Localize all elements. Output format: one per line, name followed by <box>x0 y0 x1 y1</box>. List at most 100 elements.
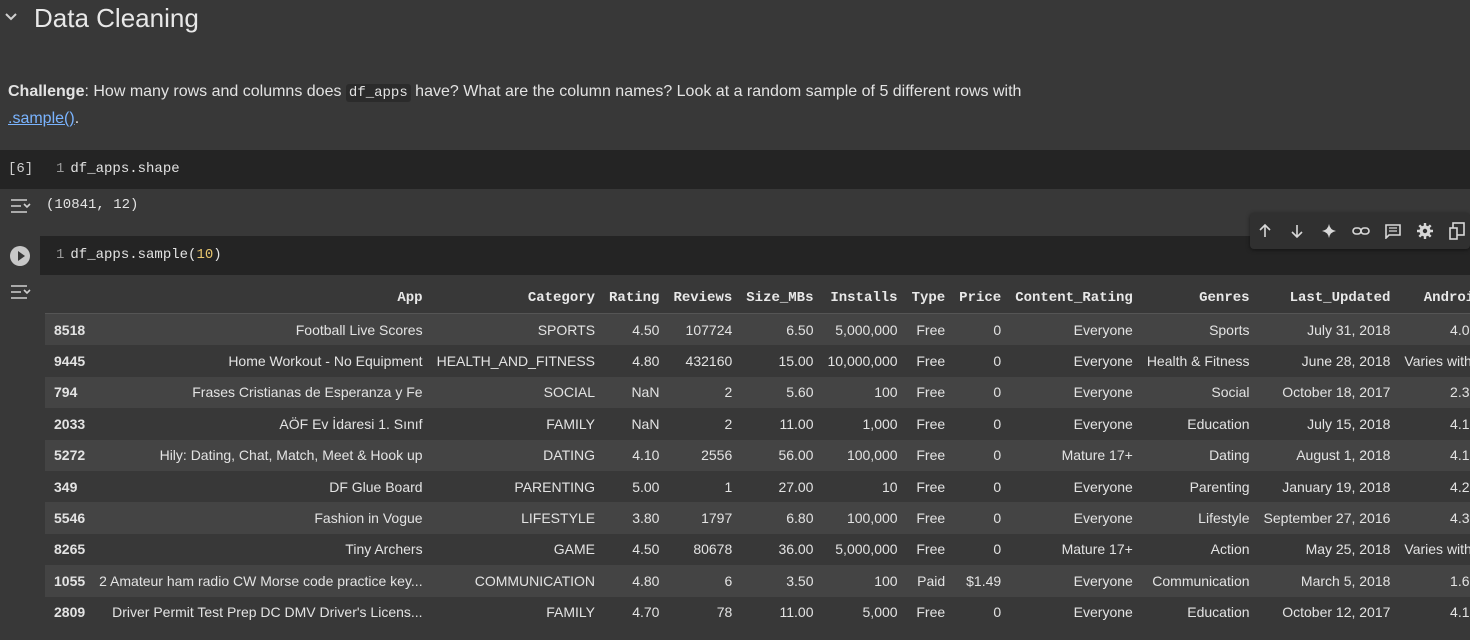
section-title: Data Cleaning <box>34 3 199 33</box>
cell-toolbar <box>1250 213 1470 249</box>
table-row: 349 DF Glue Board PARENTING 5.00 1 27.00 10 Fre… <box>45 470 1470 503</box>
table-cell: GAME <box>429 533 603 566</box>
table-cell: AÖF Ev İdaresi 1. Sınıf <box>92 408 430 440</box>
table-cell: SPORTS <box>429 313 603 346</box>
table-header-row: App Category Rating Reviews Size_MBs Installs… <box>45 282 1470 314</box>
mirror-icon[interactable] <box>1447 221 1467 241</box>
table-cell: Free <box>904 533 953 566</box>
table-cell: Education <box>1139 596 1257 628</box>
table-cell: 4.80 <box>602 345 667 377</box>
table-cell: June 28, 2018 <box>1256 345 1398 377</box>
output-text: (10841, 12) <box>46 197 139 213</box>
arrow-up-icon[interactable] <box>1255 221 1275 241</box>
table-cell: 2556 <box>666 439 740 471</box>
table-cell: September 27, 2016 <box>1256 502 1398 534</box>
table-cell: Free <box>904 345 953 377</box>
table-cell: 1,000 <box>820 408 905 440</box>
table-cell: DF Glue Board <box>92 470 430 503</box>
table-cell: Football Live Scores <box>92 313 430 346</box>
table-cell: 56.00 <box>739 439 821 471</box>
line-number: 1 <box>56 161 65 177</box>
markdown-trailing: . <box>74 110 80 127</box>
table-cell: 4.0 and up <box>1397 313 1470 346</box>
column-header: Installs <box>820 282 905 314</box>
table-cell: March 5, 2018 <box>1256 565 1398 597</box>
dataframe-table: App Category Rating Reviews Size_MBs Installs… <box>45 282 1470 628</box>
table-cell: NaN <box>602 408 667 440</box>
column-header: Type <box>904 282 953 314</box>
row-index: 8518 <box>45 313 93 346</box>
table-cell: Free <box>904 502 953 534</box>
code-cell-shape[interactable]: [6] 1 df_apps.shape <box>0 150 1470 189</box>
link-icon[interactable] <box>1351 221 1371 241</box>
markdown-cell: Challenge: How many rows and columns doe… <box>8 79 1058 131</box>
table-cell: 0 <box>952 313 1009 346</box>
table-cell: 4.3 and up <box>1397 502 1470 534</box>
chevron-down-icon[interactable] <box>3 8 19 24</box>
table-cell: 4.70 <box>602 596 667 628</box>
row-index: 2033 <box>45 408 93 440</box>
table-cell: 0 <box>952 596 1009 628</box>
table-cell: 0 <box>952 345 1009 377</box>
table-cell: 10,000,000 <box>820 345 905 377</box>
table-cell: DATING <box>429 439 603 471</box>
section-header[interactable]: Data Cleaning <box>0 0 1470 40</box>
comment-icon[interactable] <box>1383 221 1403 241</box>
table-cell: 2 Amateur ham radio CW Morse code practi… <box>92 565 430 597</box>
code-text-prefix: df_apps.sample( <box>70 247 197 263</box>
table-cell: Health & Fitness <box>1139 345 1257 377</box>
table-cell: 6 <box>666 565 740 597</box>
table-cell: Paid <box>904 565 953 597</box>
table-row: 9445 Home Workout - No Equipment HEALTH_AN… <box>45 345 1470 377</box>
arrow-down-icon[interactable] <box>1287 221 1307 241</box>
code-editor-line[interactable]: 1 df_apps.shape <box>56 161 180 177</box>
column-header: Android_Ver <box>1397 282 1470 314</box>
table-cell: 100 <box>820 565 905 597</box>
row-index: 794 <box>45 376 93 409</box>
table-row: 2809 Driver Permit Test Prep DC DMV Drive… <box>45 596 1470 628</box>
table-cell: 2 <box>666 376 740 409</box>
table-cell: Education <box>1139 408 1257 440</box>
table-cell: 1797 <box>666 502 740 534</box>
table-cell: 78 <box>666 596 740 628</box>
table-cell: Communication <box>1139 565 1257 597</box>
run-button[interactable] <box>10 246 30 266</box>
row-index: 9445 <box>45 345 93 377</box>
table-cell: 0 <box>952 502 1009 534</box>
output-toggle-icon[interactable] <box>9 283 31 301</box>
sample-link[interactable]: .sample() <box>8 110 75 127</box>
code-number-arg: 10 <box>196 247 214 263</box>
table-cell: Everyone <box>1008 470 1140 503</box>
table-cell: COMMUNICATION <box>429 565 603 597</box>
index-header <box>45 282 93 314</box>
table-cell: HEALTH_AND_FITNESS <box>429 345 603 377</box>
table-cell: Lifestyle <box>1139 502 1257 534</box>
table-cell: May 25, 2018 <box>1256 533 1398 566</box>
table-cell: 2.3 and up <box>1397 376 1470 409</box>
table-cell: Action <box>1139 533 1257 566</box>
gear-icon[interactable] <box>1415 221 1435 241</box>
table-cell: 4.50 <box>602 533 667 566</box>
table-cell: Free <box>904 408 953 440</box>
table-cell: Social <box>1139 376 1257 409</box>
table-cell: 3.80 <box>602 502 667 534</box>
table-cell: 4.80 <box>602 565 667 597</box>
table-cell: 5.60 <box>739 376 821 409</box>
table-cell: 4.50 <box>602 313 667 346</box>
table-cell: Varies with device <box>1397 533 1470 566</box>
column-header: Price <box>952 282 1009 314</box>
table-cell: FAMILY <box>429 596 603 628</box>
column-header: Content_Rating <box>1008 282 1140 314</box>
table-cell: July 31, 2018 <box>1256 313 1398 346</box>
table-cell: 5,000,000 <box>820 533 905 566</box>
column-header: Genres <box>1139 282 1257 314</box>
sparkle-icon[interactable] <box>1319 221 1339 241</box>
table-cell: 27.00 <box>739 470 821 503</box>
table-cell: July 15, 2018 <box>1256 408 1398 440</box>
code-editor-line[interactable]: 1 df_apps.sample(10) <box>56 247 222 263</box>
table-cell: 4.1 and up <box>1397 596 1470 628</box>
table-cell: Sports <box>1139 313 1257 346</box>
table-cell: 4.10 <box>602 439 667 471</box>
table-cell: August 1, 2018 <box>1256 439 1398 471</box>
output-toggle-icon[interactable] <box>9 197 31 215</box>
